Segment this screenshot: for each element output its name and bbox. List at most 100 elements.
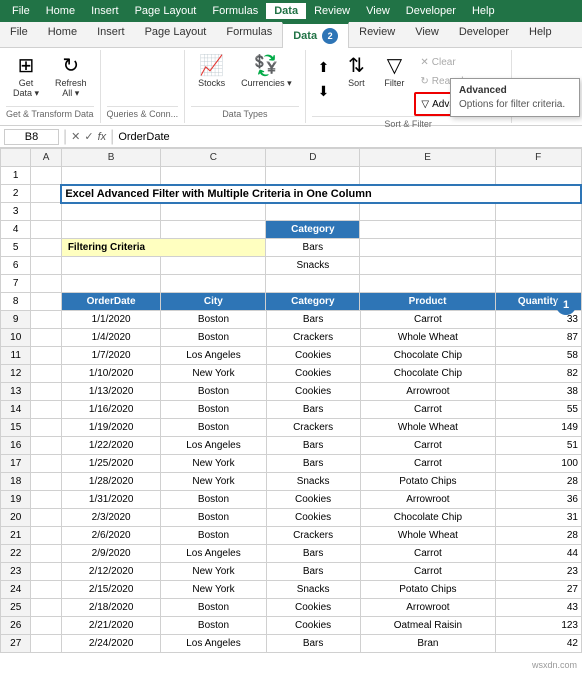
cell-b8-orderdate[interactable]: OrderDate [61, 293, 161, 311]
menu-formulas[interactable]: Formulas [204, 3, 266, 19]
cell-18-col0[interactable]: 1/28/2020 [61, 473, 161, 491]
cell-a23[interactable] [31, 563, 61, 581]
cell-d8-category[interactable]: Category [266, 293, 360, 311]
sort-za-button[interactable]: ⬇ [312, 80, 336, 103]
cell-10-col4[interactable]: 87 [496, 329, 582, 347]
cell-10-col0[interactable]: 1/4/2020 [61, 329, 161, 347]
cell-24-col3[interactable]: Potato Chips [360, 581, 496, 599]
cell-13-col0[interactable]: 1/13/2020 [61, 383, 161, 401]
filter-button[interactable]: ▽ Filter [377, 52, 411, 92]
cell-15-col1[interactable]: Boston [161, 419, 266, 437]
menu-file[interactable]: File [4, 3, 38, 19]
cell-e1[interactable] [360, 167, 495, 185]
cell-13-col4[interactable]: 38 [496, 383, 582, 401]
col-f-header[interactable]: F [495, 149, 581, 167]
cell-b4[interactable] [61, 221, 161, 239]
cell-25-col4[interactable]: 43 [496, 599, 582, 617]
formula-fx-icon[interactable]: fx [98, 131, 107, 143]
cell-c1[interactable] [161, 167, 266, 185]
cell-d4-category[interactable]: Category [266, 221, 360, 239]
cell-b1[interactable] [61, 167, 161, 185]
cell-20-col4[interactable]: 31 [496, 509, 582, 527]
menu-insert[interactable]: Insert [83, 3, 127, 19]
col-e-header[interactable]: E [360, 149, 495, 167]
menu-view[interactable]: View [358, 3, 398, 19]
clear-button[interactable]: ✕ Clear [414, 54, 504, 71]
cell-e3[interactable] [360, 203, 495, 221]
cell-15-col3[interactable]: Whole Wheat [360, 419, 496, 437]
cell-22-col4[interactable]: 44 [496, 545, 582, 563]
cell-a8[interactable] [31, 293, 61, 311]
cell-18-col2[interactable]: Snacks [266, 473, 360, 491]
tab-view[interactable]: View [405, 22, 449, 47]
tab-formulas[interactable]: Formulas [216, 22, 282, 47]
cell-24-col1[interactable]: New York [161, 581, 266, 599]
cell-d1[interactable] [266, 167, 360, 185]
cell-24-col2[interactable]: Snacks [266, 581, 360, 599]
cell-27-col2[interactable]: Bars [266, 635, 360, 653]
cell-d5-bars[interactable]: Bars [266, 239, 360, 257]
menu-home[interactable]: Home [38, 3, 83, 19]
cell-14-col2[interactable]: Bars [266, 401, 360, 419]
cell-d7[interactable] [266, 275, 360, 293]
cell-24-col0[interactable]: 2/15/2020 [61, 581, 161, 599]
cell-a5[interactable] [31, 239, 61, 257]
sort-az-button[interactable]: ⬆ [312, 56, 336, 79]
cell-a15[interactable] [31, 419, 61, 437]
cell-a22[interactable] [31, 545, 61, 563]
cell-23-col2[interactable]: Bars [266, 563, 360, 581]
cell-15-col0[interactable]: 1/19/2020 [61, 419, 161, 437]
cell-a14[interactable] [31, 401, 61, 419]
cell-13-col2[interactable]: Cookies [266, 383, 360, 401]
cell-17-col1[interactable]: New York [161, 455, 266, 473]
cell-a7[interactable] [31, 275, 61, 293]
menu-review[interactable]: Review [306, 3, 358, 19]
cell-e4[interactable] [360, 221, 495, 239]
cell-25-col1[interactable]: Boston [161, 599, 266, 617]
cell-21-col4[interactable]: 28 [496, 527, 582, 545]
cell-15-col2[interactable]: Crackers [266, 419, 360, 437]
cell-a12[interactable] [31, 365, 61, 383]
cell-22-col0[interactable]: 2/9/2020 [61, 545, 161, 563]
cell-12-col4[interactable]: 82 [496, 365, 582, 383]
cell-23-col3[interactable]: Carrot [360, 563, 496, 581]
cell-d3[interactable] [266, 203, 360, 221]
cell-19-col4[interactable]: 36 [496, 491, 582, 509]
cell-f1[interactable] [495, 167, 581, 185]
cell-c3[interactable] [161, 203, 266, 221]
cell-27-col3[interactable]: Bran [360, 635, 496, 653]
refresh-all-button[interactable]: ↻ RefreshAll ▾ [48, 52, 94, 103]
cell-21-col0[interactable]: 2/6/2020 [61, 527, 161, 545]
cell-11-col3[interactable]: Chocolate Chip [360, 347, 496, 365]
cell-9-col3[interactable]: Carrot [360, 311, 496, 329]
cell-d6-snacks[interactable]: Snacks [266, 257, 360, 275]
col-d-header[interactable]: D [266, 149, 360, 167]
cell-17-col4[interactable]: 100 [496, 455, 582, 473]
cell-f3[interactable] [495, 203, 581, 221]
menu-data[interactable]: Data [266, 3, 306, 19]
cell-20-col1[interactable]: Boston [161, 509, 266, 527]
cell-e7[interactable] [360, 275, 495, 293]
cell-21-col2[interactable]: Crackers [266, 527, 360, 545]
cell-26-col1[interactable]: Boston [161, 617, 266, 635]
cell-16-col3[interactable]: Carrot [360, 437, 496, 455]
cell-23-col0[interactable]: 2/12/2020 [61, 563, 161, 581]
cell-27-col4[interactable]: 42 [496, 635, 582, 653]
cell-26-col4[interactable]: 123 [496, 617, 582, 635]
tab-page-layout[interactable]: Page Layout [135, 22, 217, 47]
cell-16-col1[interactable]: Los Angeles [161, 437, 266, 455]
cell-12-col0[interactable]: 1/10/2020 [61, 365, 161, 383]
cell-12-col2[interactable]: Cookies [266, 365, 360, 383]
cell-e5[interactable] [360, 239, 495, 257]
tab-home[interactable]: Home [38, 22, 87, 47]
cell-26-col2[interactable]: Cookies [266, 617, 360, 635]
stocks-button[interactable]: 📈 Stocks [191, 52, 232, 92]
cell-b2-title[interactable]: Excel Advanced Filter with Multiple Crit… [61, 185, 581, 203]
cell-19-col3[interactable]: Arrowroot [360, 491, 496, 509]
cell-a21[interactable] [31, 527, 61, 545]
cell-10-col1[interactable]: Boston [161, 329, 266, 347]
cell-a6[interactable] [31, 257, 61, 275]
cell-b5-filtering[interactable]: Filtering Criteria [61, 239, 266, 257]
col-c-header[interactable]: C [161, 149, 266, 167]
cell-a3[interactable] [31, 203, 61, 221]
